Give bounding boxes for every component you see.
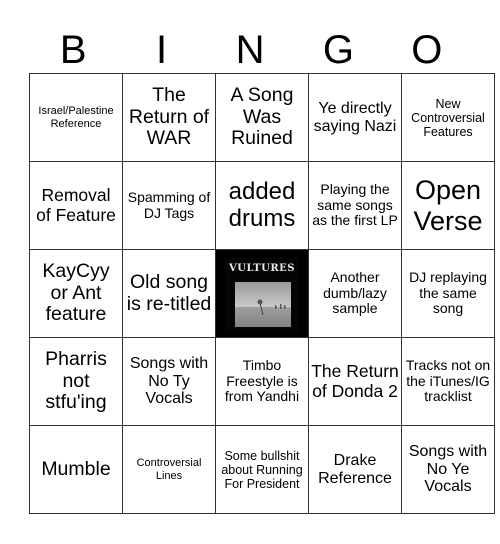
bingo-cell[interactable]: Songs with No Ye Vocals	[401, 425, 495, 514]
bingo-cell[interactable]: Old song is re-titled	[122, 249, 216, 338]
free-space-cell[interactable]: VULTURES	[215, 249, 309, 338]
header-letter-i: I	[156, 28, 168, 72]
bingo-cell[interactable]: Spamming of DJ Tags	[122, 161, 216, 250]
bingo-cell[interactable]: A Song Was Ruined	[215, 73, 309, 162]
bingo-cell[interactable]: Drake Reference	[308, 425, 402, 514]
bingo-cell[interactable]: Some bullshit about Running For Presiden…	[215, 425, 309, 514]
album-cover-image: VULTURES	[225, 256, 299, 331]
header-letter-b: B	[59, 28, 87, 72]
bingo-cell[interactable]: Tracks not on the iTunes/IG tracklist	[401, 337, 495, 426]
bingo-cell[interactable]: New Controversial Features	[401, 73, 495, 162]
album-title-text: VULTURES	[228, 263, 295, 274]
header-letter-n: N	[235, 28, 265, 72]
header-letter-g: G	[322, 28, 354, 72]
bingo-row: KayCyy or Ant feature Old song is re-tit…	[29, 249, 495, 338]
bingo-cell[interactable]: Removal of Feature	[29, 161, 123, 250]
bingo-cell[interactable]: Ye directly saying Nazi	[308, 73, 402, 162]
bingo-cell[interactable]: The Return of Donda 2	[308, 337, 402, 426]
bingo-card: Israel/Palestine Reference The Return of…	[29, 73, 495, 514]
bingo-cell[interactable]: Pharris not stfu'ing	[29, 337, 123, 426]
bingo-cell[interactable]: Playing the same songs as the first LP	[308, 161, 402, 250]
bingo-row: Removal of Feature Spamming of DJ Tags a…	[29, 161, 495, 250]
bingo-header: B I N G O	[29, 28, 471, 73]
header-letter-o: O	[411, 28, 443, 72]
bingo-row: Mumble Controversial Lines Some bullshit…	[29, 425, 495, 514]
bingo-cell[interactable]: Mumble	[29, 425, 123, 514]
bingo-cell[interactable]: Another dumb/lazy sample	[308, 249, 402, 338]
bingo-cell[interactable]: Controversial Lines	[122, 425, 216, 514]
bingo-row: Pharris not stfu'ing Songs with No Ty Vo…	[29, 337, 495, 426]
bingo-row: Israel/Palestine Reference The Return of…	[29, 73, 495, 162]
bingo-cell[interactable]: DJ replaying the same song	[401, 249, 495, 338]
bingo-cell[interactable]: Songs with No Ty Vocals	[122, 337, 216, 426]
bingo-cell[interactable]: Timbo Freestyle is from Yandhi	[215, 337, 309, 426]
bingo-cell[interactable]: KayCyy or Ant feature	[29, 249, 123, 338]
bingo-cell[interactable]: Open Verse	[401, 161, 495, 250]
bingo-cell[interactable]: Israel/Palestine Reference	[29, 73, 123, 162]
bingo-cell[interactable]: added drums	[215, 161, 309, 250]
bingo-cell[interactable]: The Return of WAR	[122, 73, 216, 162]
